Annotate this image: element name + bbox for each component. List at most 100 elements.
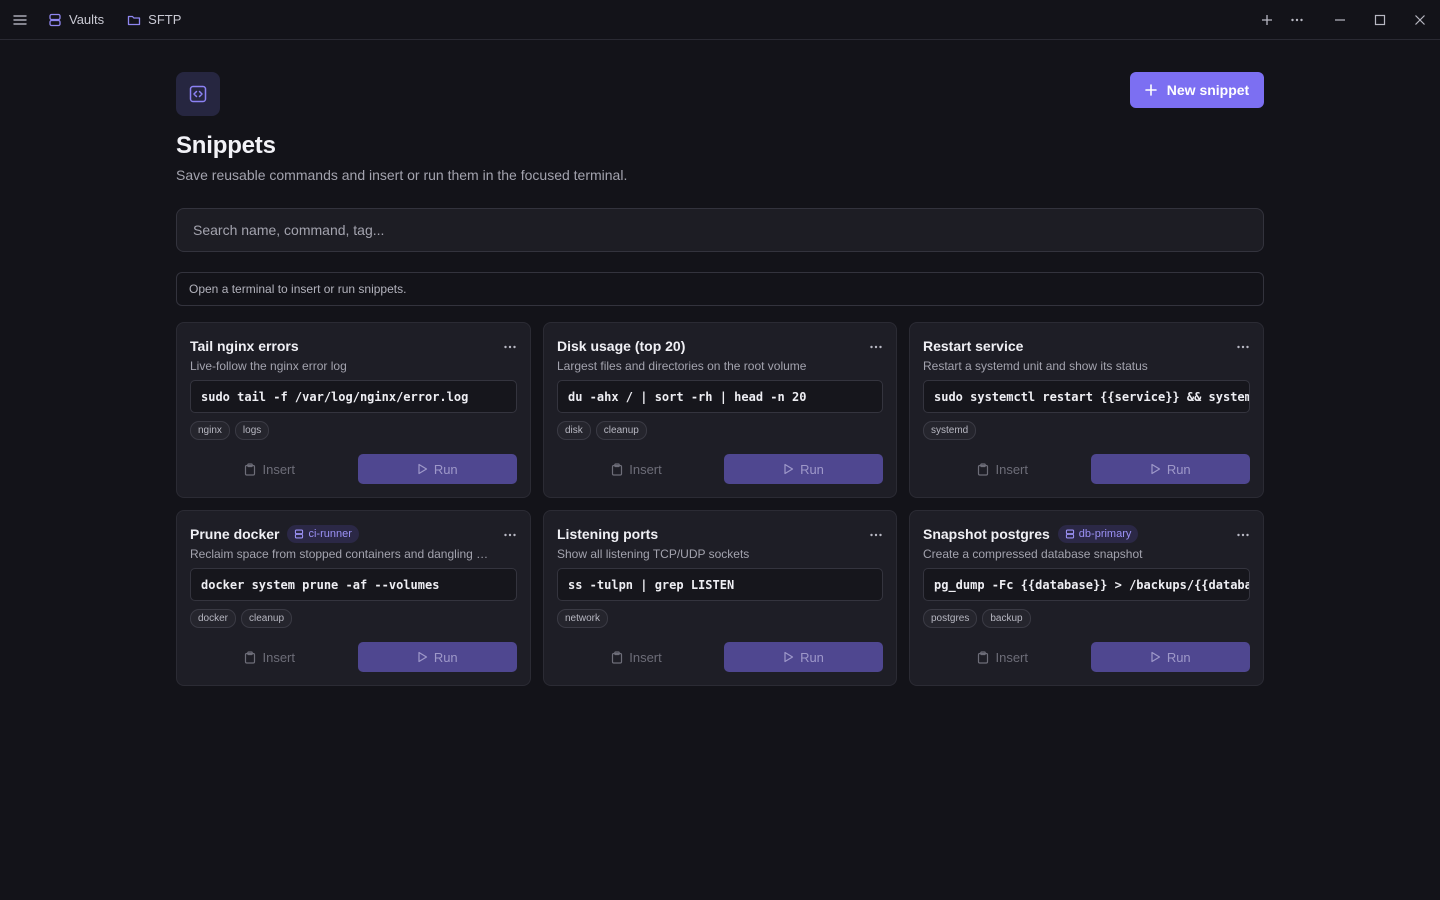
snippet-name: Snapshot postgres: [923, 526, 1050, 542]
tab-label: Vaults: [69, 12, 105, 27]
snippet-card: Tail nginx errors Live-follow the nginx …: [176, 322, 531, 498]
snippet-tags: postgres backup: [923, 609, 1250, 629]
snippet-card: Listening ports Show all listening TCP/U…: [543, 510, 897, 686]
insert-button[interactable]: Insert: [190, 454, 350, 484]
tag-chip[interactable]: cleanup: [595, 421, 647, 440]
run-label: Run: [433, 461, 458, 477]
no-terminal-notice: Open a terminal to insert or run snippet…: [176, 272, 1264, 306]
tab-vaults[interactable]: Vaults: [48, 12, 104, 27]
run-label: Run: [433, 649, 458, 665]
insert-button[interactable]: Insert: [557, 642, 716, 672]
tag-chip[interactable]: cleanup: [241, 609, 293, 628]
snippet-tags: docker cleanup: [190, 609, 517, 629]
insert-button[interactable]: Insert: [190, 642, 350, 672]
snippet-description: Restart a systemd unit and show its stat…: [923, 359, 1148, 373]
new-tab-button[interactable]: [1252, 0, 1282, 40]
snippet-command: ss -tulpn | grep LISTEN: [557, 568, 883, 601]
snippet-command: sudo tail -f /var/log/nginx/error.log: [190, 380, 517, 413]
snippet-name: Restart service: [923, 338, 1024, 354]
insert-button[interactable]: Insert: [923, 642, 1083, 672]
snippet-command: du -ahx / | sort -rh | head -n 20: [557, 380, 883, 413]
play-icon: [784, 463, 794, 475]
close-window-button[interactable]: [1400, 0, 1440, 40]
snippet-name: Prune docker: [190, 526, 280, 542]
snippet-card: Snapshot postgres db-primary Create a co…: [909, 510, 1264, 686]
ellipsis-icon: [504, 533, 516, 537]
tag-chip[interactable]: nginx: [190, 421, 230, 440]
minimize-icon: [1335, 19, 1345, 21]
snippet-name: Tail nginx errors: [190, 338, 299, 354]
clipboard-icon: [978, 650, 989, 664]
folder-icon: [128, 15, 141, 25]
maximize-button[interactable]: [1360, 0, 1400, 40]
tab-label: SFTP: [148, 12, 182, 27]
tag-chip[interactable]: systemd: [923, 421, 977, 440]
snippet-grid: Tail nginx errors Live-follow the nginx …: [176, 322, 1264, 686]
snippet-name: Disk usage (top 20): [557, 338, 686, 354]
run-button[interactable]: Run: [1090, 642, 1250, 672]
title-bar: Vaults SFTP: [0, 0, 1440, 40]
run-button[interactable]: Run: [357, 454, 517, 484]
snippet-name: Listening ports: [557, 526, 659, 542]
snippet-command: pg_dump -Fc {{database}} > /backups/{{da…: [923, 568, 1250, 601]
run-button[interactable]: Run: [357, 642, 517, 672]
snippet-card: Disk usage (top 20) Largest files and di…: [543, 322, 897, 498]
run-button[interactable]: Run: [724, 454, 883, 484]
ellipsis-icon: [1237, 345, 1249, 349]
minimize-button[interactable]: [1320, 0, 1360, 40]
play-icon: [418, 651, 427, 663]
snippet-card: Prune docker ci-runner Reclaim space fro…: [176, 510, 531, 686]
clipboard-icon: [612, 462, 623, 476]
play-icon: [1151, 651, 1160, 663]
insert-label: Insert: [262, 649, 295, 665]
host-label: ci-runner: [308, 528, 352, 540]
ellipsis-icon: [870, 345, 882, 349]
menu-icon[interactable]: [10, 10, 30, 30]
snippet-command: sudo systemctl restart {{service}} && sy…: [923, 380, 1250, 413]
clipboard-icon: [978, 462, 989, 476]
tag-chip[interactable]: network: [557, 609, 609, 628]
tab-sftp[interactable]: SFTP: [127, 12, 181, 27]
snippet-description: Live-follow the nginx error log: [190, 359, 347, 373]
snippet-description: Create a compressed database snapshot: [923, 547, 1143, 561]
tag-chip[interactable]: postgres: [923, 609, 978, 628]
run-label: Run: [1166, 649, 1191, 665]
ellipsis-icon: [504, 345, 516, 349]
snippet-menu-button[interactable]: [504, 525, 516, 539]
play-icon: [1151, 463, 1160, 475]
maximize-icon: [1374, 14, 1386, 26]
run-label: Run: [1166, 461, 1191, 477]
run-button[interactable]: Run: [1090, 454, 1250, 484]
snippet-menu-button[interactable]: [504, 337, 516, 351]
close-icon: [1415, 15, 1425, 25]
insert-button[interactable]: Insert: [923, 454, 1083, 484]
clipboard-icon: [245, 650, 256, 664]
insert-label: Insert: [629, 461, 662, 477]
snippet-menu-button[interactable]: [870, 337, 882, 351]
new-snippet-button[interactable]: New snippet: [1130, 72, 1264, 108]
search-input[interactable]: [176, 208, 1264, 252]
ellipsis-icon: [1237, 533, 1249, 537]
ellipsis-icon: [1291, 18, 1303, 22]
more-options-button[interactable]: [1282, 0, 1312, 40]
tag-chip[interactable]: disk: [557, 421, 591, 440]
server-stack-icon: [49, 13, 61, 26]
snippet-command: docker system prune -af --volumes: [190, 568, 517, 601]
snippet-description: Reclaim space from stopped containers an…: [190, 547, 490, 561]
snippet-menu-button[interactable]: [870, 525, 882, 539]
snippet-menu-button[interactable]: [1237, 525, 1249, 539]
insert-label: Insert: [995, 649, 1028, 665]
insert-label: Insert: [995, 461, 1028, 477]
tag-chip[interactable]: backup: [982, 609, 1031, 628]
tag-chip[interactable]: docker: [190, 609, 237, 628]
clipboard-icon: [245, 462, 256, 476]
snippet-menu-button[interactable]: [1237, 337, 1249, 351]
snippets-page: New snippet Snippets Save reusable comma…: [176, 72, 1264, 686]
host-label: db-primary: [1078, 528, 1132, 540]
run-button[interactable]: Run: [724, 642, 883, 672]
insert-button[interactable]: Insert: [557, 454, 716, 484]
window-controls: [1252, 0, 1440, 40]
snippet-description: Show all listening TCP/UDP sockets: [557, 547, 750, 561]
tag-chip[interactable]: logs: [234, 421, 270, 440]
snippet-tags: network: [557, 609, 883, 629]
